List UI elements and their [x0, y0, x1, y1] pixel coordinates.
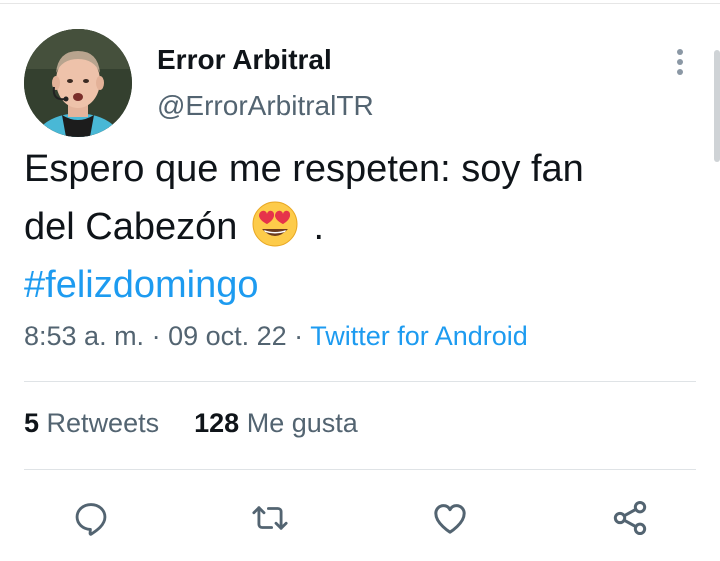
action-bar: [0, 496, 720, 544]
retweets-count: 5: [24, 408, 40, 438]
reply-button[interactable]: [69, 496, 113, 540]
retweet-button[interactable]: [248, 496, 292, 540]
tweet-source-link[interactable]: Twitter for Android: [310, 321, 528, 351]
more-options-button[interactable]: [664, 44, 696, 80]
hashtag-link[interactable]: #felizdomingo: [24, 256, 694, 314]
share-icon: [613, 501, 647, 535]
tweet-detail: Error Arbitral @ErrorArbitralTR Espero q…: [0, 0, 720, 561]
share-button[interactable]: [608, 496, 652, 540]
more-options-icon-dot: [677, 59, 683, 65]
retweets-stat[interactable]: 5 Retweets: [24, 408, 159, 438]
likes-label: Me gusta: [246, 408, 358, 438]
divider-bottom: [24, 469, 696, 470]
top-divider: [0, 3, 720, 4]
meta-separator: ·: [144, 321, 169, 351]
avatar-image: [24, 29, 132, 137]
heart-eyes-emoji-icon: [250, 201, 300, 247]
tweet-stats: 5 Retweets 128 Me gusta: [24, 408, 358, 439]
retweet-icon: [252, 506, 288, 530]
tweet-metadata: 8:53 a. m. · 09 oct. 22 · Twitter for An…: [24, 321, 528, 352]
like-icon: [434, 504, 466, 534]
avatar[interactable]: [24, 29, 132, 137]
tweet-line-2: del Cabezón .: [24, 198, 694, 256]
more-options-icon: [677, 49, 683, 55]
scrollbar[interactable]: [714, 50, 720, 162]
tweet-text: Espero que me respeten: soy fan del Cabe…: [24, 140, 694, 314]
reply-icon: [75, 503, 107, 536]
divider-top: [24, 381, 696, 382]
tweet-line-1: Espero que me respeten: soy fan: [24, 148, 584, 190]
username-handle[interactable]: @ErrorArbitralTR: [157, 90, 374, 122]
likes-stat[interactable]: 128 Me gusta: [194, 408, 358, 438]
tweet-date[interactable]: 09 oct. 22: [168, 321, 287, 351]
tweet-time[interactable]: 8:53 a. m.: [24, 321, 144, 351]
tweet-line-2-period: .: [313, 206, 325, 248]
tweet-line-2-text: del Cabezón: [24, 206, 238, 248]
like-button[interactable]: [428, 496, 472, 540]
likes-count: 128: [194, 408, 240, 438]
retweets-label: Retweets: [46, 408, 160, 438]
display-name[interactable]: Error Arbitral: [157, 44, 332, 76]
more-options-icon-dot: [677, 69, 683, 75]
meta-separator: ·: [286, 321, 311, 351]
